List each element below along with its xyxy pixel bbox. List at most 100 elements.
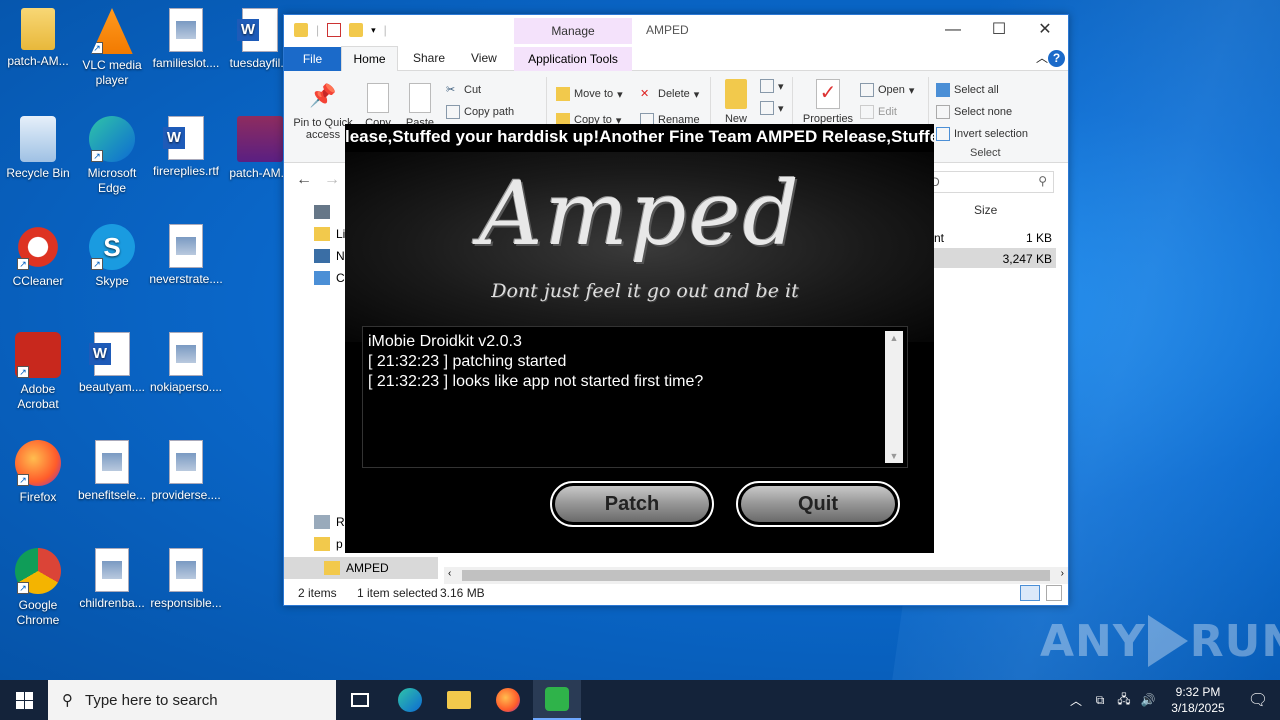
copy-button[interactable]: Copy xyxy=(360,83,396,129)
copy-path-button[interactable]: Copy path xyxy=(446,105,514,119)
desktop-icon[interactable]: patch-AM... xyxy=(0,8,76,69)
firefox-taskbar-icon[interactable] xyxy=(484,680,532,720)
invert-selection-button[interactable]: Invert selection xyxy=(936,127,1028,141)
chevron-up-icon[interactable]: ︿ xyxy=(1064,692,1088,709)
properties-icon[interactable] xyxy=(327,23,342,37)
nav-item[interactable] xyxy=(314,201,330,223)
desktop-icon[interactable]: ↗ Microsoft Edge xyxy=(74,116,150,196)
quit-button[interactable]: Quit xyxy=(736,481,900,527)
desktop-icon[interactable]: Recycle Bin xyxy=(0,116,76,181)
delete-button[interactable]: ✕ Delete ▾ xyxy=(640,87,699,101)
status-size: 3.16 MB xyxy=(440,586,485,600)
nav-item-control-panel[interactable]: C xyxy=(314,267,345,289)
manage-tab[interactable]: Manage xyxy=(514,18,632,44)
patcher-taskbar-icon[interactable] xyxy=(533,680,581,720)
desktop-icon-label: benefitsele... xyxy=(77,488,147,502)
table-row[interactable]: nt 1 KB xyxy=(934,227,1056,247)
explorer-titlebar[interactable]: | ▾ | Manage AMPED — ☐ ✕ xyxy=(284,15,1068,47)
desktop-icon[interactable]: nokiaperso.... xyxy=(148,332,224,395)
tab-application-tools[interactable]: Application Tools xyxy=(514,47,632,71)
large-icons-view-icon[interactable] xyxy=(1046,585,1062,601)
file-explorer-taskbar-icon[interactable] xyxy=(435,680,483,720)
desktop-icon[interactable]: providerse.... xyxy=(148,440,224,503)
desktop-icon[interactable]: responsible... xyxy=(148,548,224,611)
help-icon[interactable]: ? xyxy=(1048,50,1065,67)
folder-icon xyxy=(294,23,308,37)
nav-item-recycle-bin[interactable]: R xyxy=(314,511,345,533)
patch-button[interactable]: Patch xyxy=(550,481,714,527)
nav-item-amped[interactable]: AMPED xyxy=(284,557,438,579)
amped-patcher-window[interactable]: lease,Stuffed your harddisk up!Another F… xyxy=(345,124,934,553)
start-button[interactable] xyxy=(0,680,48,720)
open-button[interactable]: Open ▾ xyxy=(860,83,914,97)
desktop-icon[interactable]: S ↗ Skype xyxy=(74,224,150,289)
log-box[interactable]: iMobie Droidkit v2.0.3 [ 21:32:23 ] patc… xyxy=(362,326,908,468)
desktop-icon[interactable]: ↗ Firefox xyxy=(0,440,76,505)
properties-button[interactable]: ✓ Properties xyxy=(798,79,858,125)
scroll-right-icon[interactable]: › xyxy=(1061,568,1064,579)
chevron-up-icon[interactable]: ︿ xyxy=(1036,49,1048,66)
tab-home[interactable]: Home xyxy=(341,46,398,72)
new-folder-icon[interactable] xyxy=(349,23,364,37)
log-scrollbar[interactable]: ▲ ▼ xyxy=(885,331,903,463)
nav-item-network[interactable]: N xyxy=(314,245,345,267)
move-to-button[interactable]: Move to ▾ xyxy=(556,87,623,101)
clipboard-icon xyxy=(409,83,431,113)
desktop-icon[interactable]: childrenba... xyxy=(74,548,150,611)
desktop-icon[interactable]: familieslot.... xyxy=(148,8,224,71)
tab-view[interactable]: View xyxy=(471,51,497,65)
edit-pencil-icon xyxy=(860,105,874,119)
chevron-down-icon[interactable]: ▾ xyxy=(371,25,376,36)
column-size[interactable]: Size xyxy=(974,203,997,217)
notifications-icon[interactable]: 🗨 xyxy=(1236,690,1280,710)
nav-item-folder[interactable]: p xyxy=(314,533,343,555)
desktop-icon[interactable]: Wfirereplies.rtf xyxy=(148,116,224,179)
scroll-left-icon[interactable]: ‹ xyxy=(448,568,451,579)
chevron-down-icon[interactable]: ▼ xyxy=(885,449,903,463)
desktop-icon[interactable]: ↗ Adobe Acrobat xyxy=(0,332,76,412)
chevron-up-icon[interactable]: ▲ xyxy=(885,331,903,345)
nav-item-libraries[interactable]: Li xyxy=(314,223,345,245)
desktop-icon[interactable]: ↗ CCleaner xyxy=(0,224,76,289)
desktop-icon[interactable]: ↗ VLC media player xyxy=(74,8,150,88)
paste-button[interactable]: Paste xyxy=(400,83,440,129)
tab-file[interactable]: File xyxy=(284,47,341,71)
tab-share[interactable]: Share xyxy=(413,51,445,65)
close-button[interactable]: ✕ xyxy=(1022,15,1068,45)
table-row-selected[interactable]: 3,247 KB xyxy=(934,248,1056,268)
image-file-icon xyxy=(169,440,203,484)
maximize-button[interactable]: ☐ xyxy=(976,15,1022,45)
select-all-button[interactable]: Select all xyxy=(936,83,999,97)
pin-icon: 📌 xyxy=(309,83,337,108)
volume-icon[interactable]: 🔊 xyxy=(1136,693,1160,707)
forward-arrow-icon[interactable]: → xyxy=(324,171,340,189)
desktop-icon[interactable]: benefitsele... xyxy=(74,440,150,503)
clock[interactable]: 9:32 PM 3/18/2025 xyxy=(1160,684,1236,716)
scrollbar-thumb[interactable] xyxy=(462,570,1050,581)
back-arrow-icon[interactable]: ← xyxy=(296,171,312,189)
easy-access-button[interactable]: ▾ xyxy=(760,101,784,115)
desktop-icon[interactable]: ↗ Google Chrome xyxy=(0,548,76,628)
taskbar-search-input[interactable]: ⚲ Type here to search xyxy=(48,680,336,720)
select-none-icon xyxy=(936,105,950,119)
cut-button[interactable]: ✂ Cut xyxy=(446,83,481,97)
task-view-icon[interactable] xyxy=(336,680,384,720)
desktop-icon[interactable]: neverstrate.... xyxy=(148,224,224,287)
details-view-icon[interactable] xyxy=(1020,585,1040,601)
log-line: iMobie Droidkit v2.0.3 xyxy=(368,333,522,350)
amped-logo: Amped xyxy=(479,162,801,265)
network-icon[interactable]: 🖧 xyxy=(1112,690,1136,711)
desktop-icon-label: responsible... xyxy=(150,596,222,610)
status-selected: 1 item selected xyxy=(357,586,438,600)
select-none-button[interactable]: Select none xyxy=(936,105,1012,119)
minimize-button[interactable]: — xyxy=(930,15,976,45)
edge-taskbar-icon[interactable] xyxy=(386,680,434,720)
search-input[interactable]: D ⚲ xyxy=(924,171,1054,193)
new-folder-button[interactable]: New xyxy=(718,79,754,125)
edit-button[interactable]: Edit xyxy=(860,105,897,119)
skype-icon: S ↗ xyxy=(89,224,135,270)
device-icon[interactable]: ⧉ xyxy=(1088,693,1112,708)
easy-access-icon xyxy=(760,101,774,115)
new-item-button[interactable]: ▾ xyxy=(760,79,784,93)
desktop-icon[interactable]: Wbeautyam.... xyxy=(74,332,150,395)
